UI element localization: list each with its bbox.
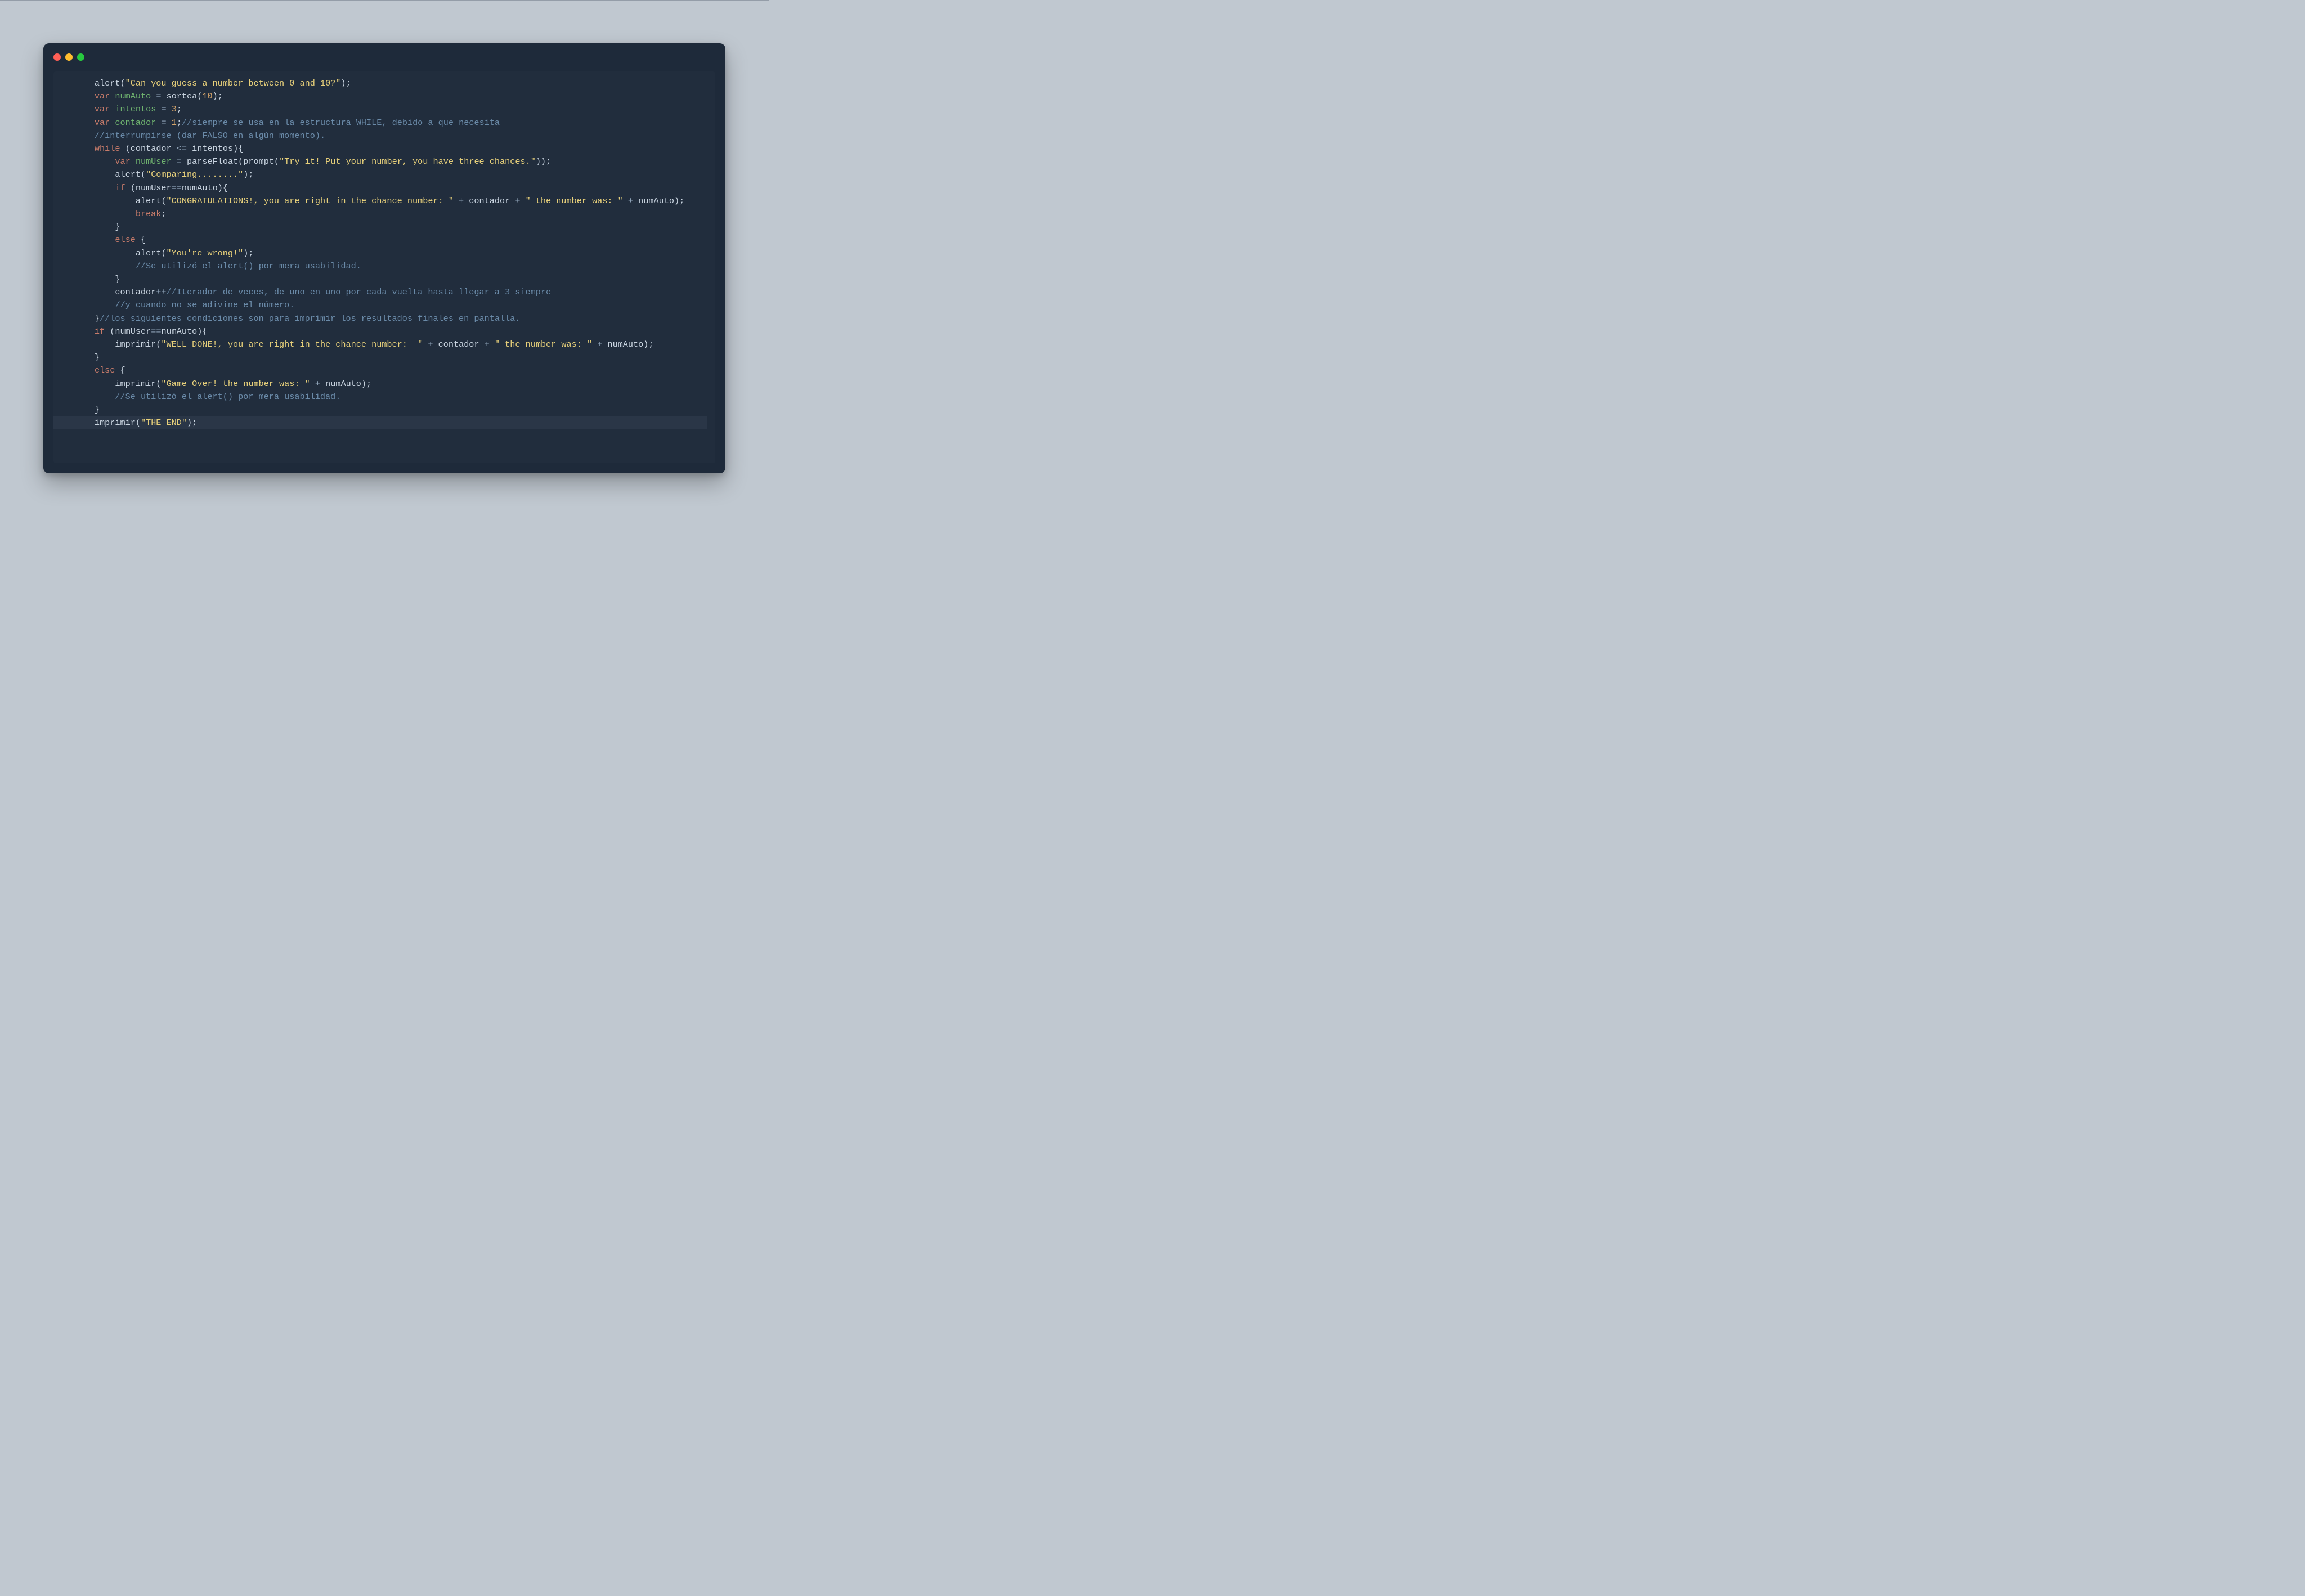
code-window: alert("Can you guess a number between 0 … [43, 43, 725, 473]
window-minimize-icon[interactable] [65, 53, 73, 61]
window-close-icon[interactable] [53, 53, 61, 61]
window-zoom-icon[interactable] [77, 53, 84, 61]
page-stage: alert("Can you guess a number between 0 … [0, 0, 769, 513]
code-content: alert("Can you guess a number between 0 … [53, 77, 715, 429]
page-top-strip [0, 0, 769, 1]
code-editor[interactable]: alert("Can you guess a number between 0 … [53, 71, 715, 463]
window-titlebar [43, 43, 725, 70]
